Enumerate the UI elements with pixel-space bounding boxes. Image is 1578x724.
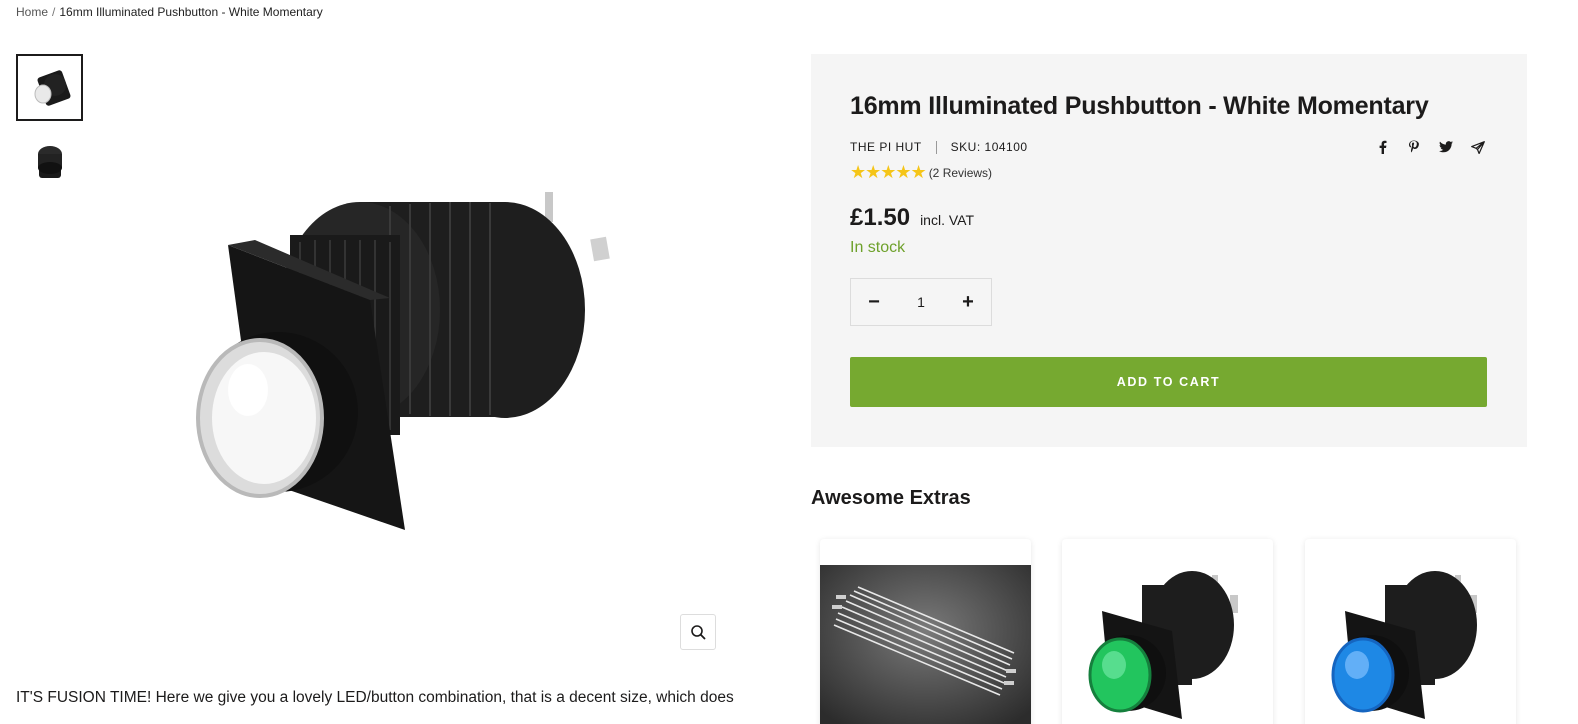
pushbutton-top-thumbnail — [37, 145, 62, 178]
zoom-button[interactable] — [680, 614, 716, 650]
meta-divider — [935, 140, 937, 154]
breadcrumb: Home /16mm Illuminated Pushbutton - White… — [16, 5, 323, 19]
breadcrumb-home-link[interactable]: Home — [16, 5, 48, 19]
email-share-icon[interactable] — [1469, 138, 1487, 156]
vendor-link[interactable]: The Pi Hut — [850, 140, 922, 154]
quantity-stepper: − + — [850, 278, 992, 326]
product-meta: The Pi Hut SKU: 104100 — [850, 140, 1028, 154]
product-description: IT'S FUSION TIME! Here we give you a lov… — [16, 689, 734, 706]
extra-card-green-pushbutton[interactable] — [1062, 539, 1273, 724]
breadcrumb-separator: / — [52, 5, 56, 19]
facebook-icon[interactable] — [1373, 138, 1391, 156]
pinterest-icon[interactable] — [1405, 138, 1423, 156]
vat-label: incl. VAT — [920, 212, 974, 228]
extras-title: Awesome Extras — [811, 487, 971, 509]
quantity-input[interactable] — [897, 287, 945, 317]
product-price: £1.50 — [850, 204, 911, 231]
product-info-panel: 16mm Illuminated Pushbutton - White Mome… — [811, 54, 1527, 447]
extra-card-jumper-wires[interactable] — [820, 539, 1031, 724]
quantity-decrement-button[interactable]: − — [851, 279, 897, 325]
jumper-wires-image — [820, 565, 1031, 724]
green-pushbutton-image — [1088, 571, 1238, 719]
stock-status: In stock — [850, 239, 906, 256]
rating-stars: ★★★★★ — [850, 162, 927, 182]
thumbnail-1[interactable] — [16, 54, 83, 121]
pushbutton-illustration — [196, 192, 610, 530]
blue-pushbutton-image — [1331, 571, 1477, 719]
twitter-icon[interactable] — [1437, 138, 1455, 156]
add-to-cart-button[interactable]: Add to cart — [850, 357, 1487, 407]
quantity-increment-button[interactable]: + — [945, 279, 991, 325]
sku-value: 104100 — [984, 140, 1028, 154]
pushbutton-angled-thumbnail — [34, 69, 71, 106]
share-buttons — [1373, 138, 1487, 156]
extra-card-blue-pushbutton[interactable] — [1305, 539, 1516, 724]
zoom-icon — [691, 625, 706, 640]
price-row: £1.50 incl. VAT — [850, 204, 974, 232]
product-rating[interactable]: ★★★★★ (2 Reviews) — [850, 162, 992, 183]
product-title: 16mm Illuminated Pushbutton - White Mome… — [850, 92, 1429, 120]
product-main-image — [160, 150, 640, 570]
breadcrumb-current: 16mm Illuminated Pushbutton - White Mome… — [59, 5, 323, 19]
thumbnail-2[interactable] — [16, 128, 83, 195]
reviews-count[interactable]: (2 Reviews) — [929, 166, 992, 180]
sku-label: SKU: — [950, 140, 981, 154]
